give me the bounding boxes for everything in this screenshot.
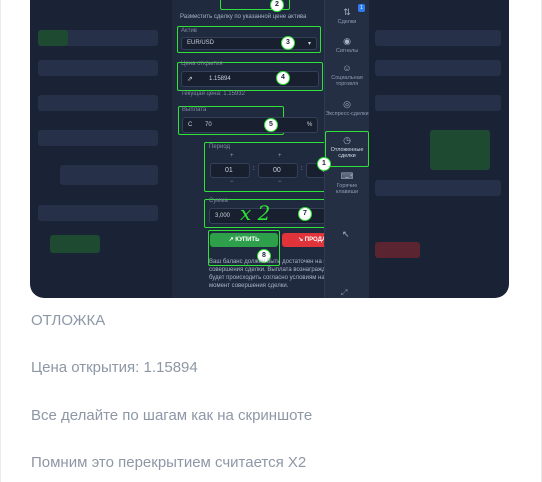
bg-row (375, 60, 501, 76)
post-title: ОТЛОЖКА (31, 312, 106, 329)
sidebar-item-pending[interactable]: ◷ Отложенные сделки (325, 135, 369, 160)
step-marker-3: 3 (281, 36, 295, 50)
chart-icon: ⇗ (187, 76, 193, 83)
arrows-updown-icon: ⇅ (343, 7, 351, 17)
header-hint: Разместить сделку по указанной цене акти… (180, 14, 307, 20)
arrow-down-icon: ↘ (298, 237, 305, 243)
trading-screenshot: 2 Разместить сделку по указанной цене ак… (30, 0, 509, 298)
payout-input[interactable]: С 70 % (182, 117, 318, 133)
bg-red-cell (375, 242, 420, 258)
remember-caption: Помним это перекрытием считается Х2 (31, 454, 307, 471)
post-card: 2 Разместить сделку по указанной цене ак… (0, 0, 542, 482)
bg-row (375, 30, 501, 46)
minutes-field[interactable]: 00 (258, 163, 298, 178)
sidebar-item-label: Сделки (337, 19, 357, 25)
keyboard-icon: ⌨ (340, 171, 354, 181)
sidebar-item-label: Горячие клавиши (335, 183, 359, 195)
asset-label: Актив (181, 28, 197, 34)
sidebar-item-label: Сигналы (335, 48, 359, 54)
minutes-minus-button[interactable]: − (278, 179, 282, 185)
order-panel: 2 Разместить сделку по указанной цене ак… (172, 0, 354, 298)
current-price: Текущая цена: 1.15932 (181, 91, 245, 97)
time-separator: : (253, 166, 255, 172)
users-icon: ☺ (342, 63, 352, 73)
sidebar-item-label: Социальная торговля (331, 75, 363, 87)
asset-select[interactable]: EUR/USD ▾ (181, 37, 317, 50)
payout-value: 70 (205, 122, 212, 128)
cursor-icon: ↖ (342, 229, 350, 239)
bg-row (38, 95, 158, 111)
open-price-label: Цена открытия (181, 61, 223, 67)
open-price-value: 1.15894 (209, 76, 231, 82)
steps-caption: Все делайте по шагам как на скриншоте (31, 407, 313, 424)
amount-value: 3,000 (215, 213, 231, 219)
step-marker-5: 5 (264, 118, 278, 132)
bg-green-cell (50, 235, 100, 253)
payout-suffix: % (307, 122, 313, 128)
amount-label: Сумма (209, 198, 228, 204)
bg-row (60, 165, 158, 185)
bg-row (38, 130, 158, 146)
target-icon: ◎ (343, 99, 351, 109)
buy-label: КУПИТЬ (235, 237, 260, 243)
sidebar-item-social[interactable]: ☺ Социальная торговля (325, 63, 369, 88)
sidebar-item-label: Отложенные сделки (330, 147, 364, 159)
bg-row (375, 95, 501, 111)
chevron-down-icon: ▾ (308, 41, 312, 47)
bg-row (38, 60, 158, 76)
right-sidebar: 1 ⇅ Сделки ◉ Сигналы ☺ Социальная торгов… (317, 0, 369, 298)
minutes-value: 00 (273, 167, 281, 174)
sidebar-item-deals[interactable]: ⇅ Сделки (325, 7, 369, 26)
step-marker-1: 1 (317, 157, 331, 171)
payout-prefix: С (188, 122, 193, 128)
hours-value: 01 (225, 167, 233, 174)
bg-green-cell (430, 130, 490, 170)
minutes-plus-button[interactable]: + (278, 153, 282, 159)
step-marker-2: 2 (270, 0, 284, 12)
sidebar-item-hotkeys[interactable]: ⌨ Горячие клавиши (325, 171, 369, 196)
open-price-input[interactable]: ⇗ 1.15894 (181, 71, 319, 87)
payout-label: Выплата (182, 107, 207, 113)
bg-row (375, 180, 501, 196)
sidebar-item-signals[interactable]: ◉ Сигналы (325, 36, 369, 55)
period-label: Период (209, 144, 231, 150)
fullscreen-icon[interactable]: ⤢ (341, 288, 347, 298)
bg-green-cell (38, 30, 68, 46)
time-separator: : (301, 166, 303, 172)
sidebar-item-express[interactable]: ◎ Экспресс-сделки (325, 99, 369, 118)
step-marker-4: 4 (276, 71, 290, 85)
hours-plus-button[interactable]: + (230, 153, 234, 159)
buy-button[interactable]: ↗ КУПИТЬ (210, 233, 278, 247)
bg-row (38, 205, 158, 221)
handwritten-x2: x 2 (240, 201, 271, 225)
clock-icon: ◷ (343, 135, 351, 145)
sidebar-item-label: Экспресс-сделки (325, 111, 369, 117)
step-marker-7: 7 (298, 207, 312, 221)
signal-icon: ◉ (343, 36, 351, 46)
hours-minus-button[interactable]: − (230, 179, 234, 185)
asset-value: EUR/USD (187, 40, 215, 46)
hours-field[interactable]: 01 (210, 163, 250, 178)
open-price-caption: Цена открытия: 1.15894 (31, 359, 198, 376)
